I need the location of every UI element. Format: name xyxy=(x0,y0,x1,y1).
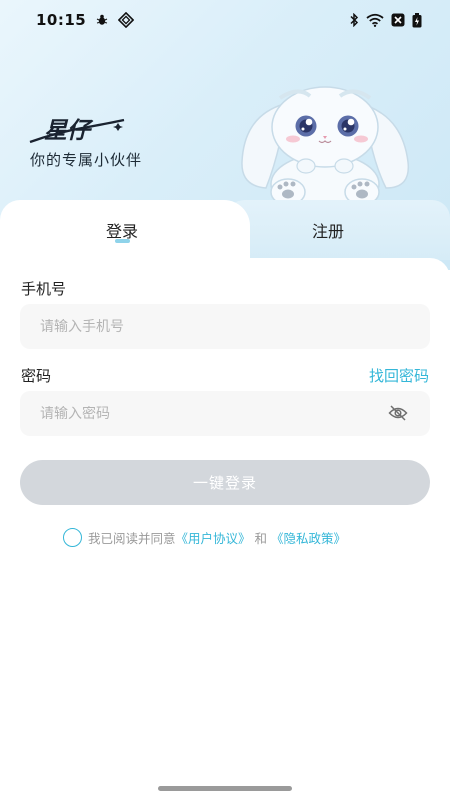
password-label: 密码 xyxy=(21,367,52,385)
phone-field xyxy=(20,304,430,349)
agreement-row: 我已阅读并同意 《用户协议》 和 《隐私政策》 xyxy=(63,528,346,547)
status-right xyxy=(349,12,422,28)
one-click-login-button[interactable]: 一键登录 xyxy=(20,460,430,505)
forgot-password-link[interactable]: 找回密码 xyxy=(369,365,429,386)
active-tab-indicator xyxy=(115,239,130,243)
status-time: 10:15 xyxy=(36,11,87,29)
auth-tabs: 登录 注册 xyxy=(0,196,450,266)
app-slogan: 你的专属小伙伴 xyxy=(30,151,143,169)
agreement-and: 和 xyxy=(254,531,268,546)
user-agreement-link[interactable]: 《用户协议》 xyxy=(176,528,251,547)
app-logo: 星仔 星仔 xyxy=(28,114,128,146)
login-form: 手机号 密码 找回密码 一键登录 我已阅读并同意 《用户协议》 和 《隐私政策》 xyxy=(0,258,450,800)
status-left: 10:15 xyxy=(36,11,135,29)
shield-icon xyxy=(118,12,135,28)
wifi-icon xyxy=(366,13,384,27)
svg-text:星仔: 星仔 xyxy=(44,118,94,144)
battery-icon xyxy=(412,12,422,28)
home-indicator[interactable] xyxy=(158,786,292,791)
agreement-checkbox[interactable] xyxy=(63,528,82,547)
phone-input[interactable] xyxy=(40,318,410,335)
signal-off-icon xyxy=(391,13,405,27)
agreement-prefix: 我已阅读并同意 xyxy=(88,531,176,546)
password-field xyxy=(20,391,430,436)
status-bar: 10:15 xyxy=(0,0,450,40)
phone-label: 手机号 xyxy=(21,280,67,298)
tab-register[interactable]: 注册 xyxy=(278,218,378,242)
bluetooth-icon xyxy=(349,13,359,27)
privacy-policy-link[interactable]: 《隐私政策》 xyxy=(271,528,346,547)
bug-icon xyxy=(96,14,108,26)
eye-off-icon[interactable] xyxy=(388,404,408,422)
password-input[interactable] xyxy=(40,405,410,422)
